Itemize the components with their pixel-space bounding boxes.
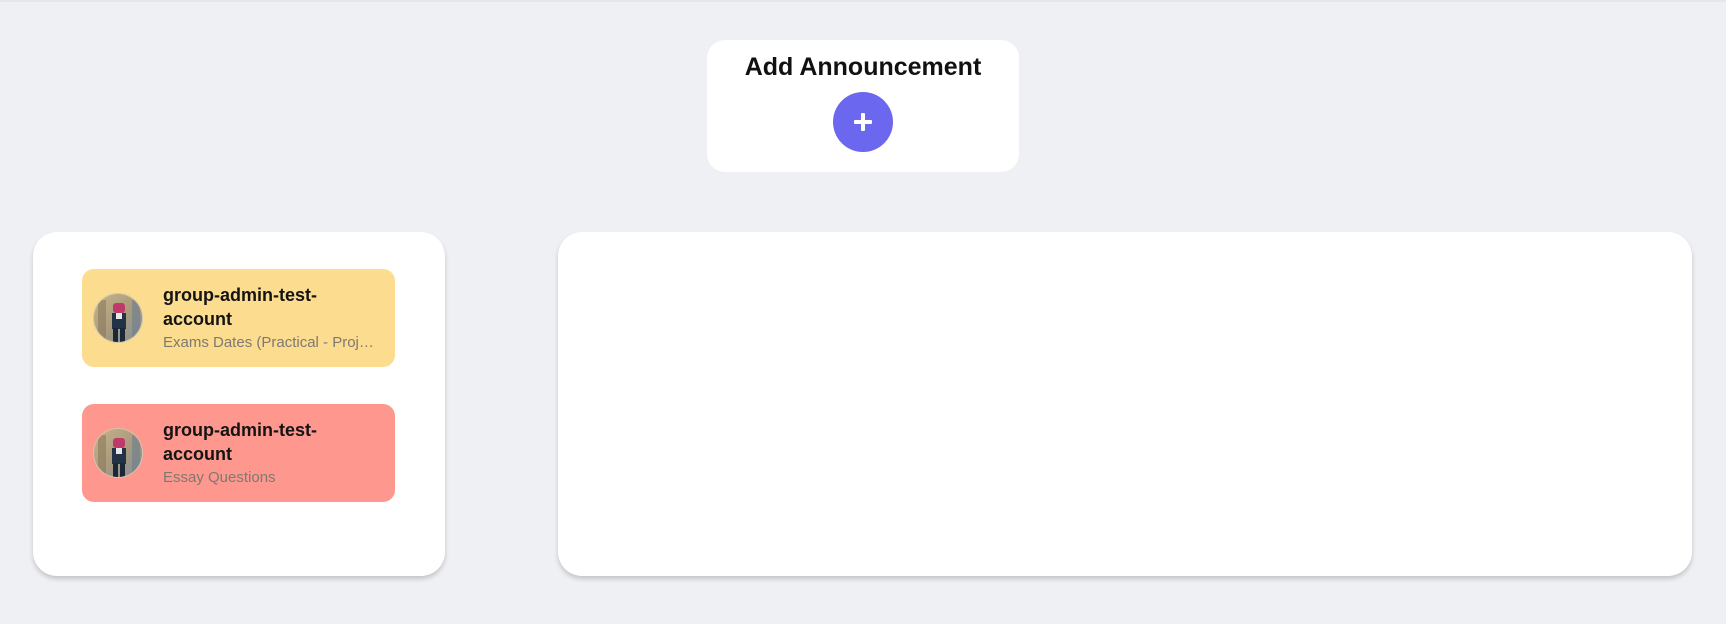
add-announcement-title: Add Announcement [744, 53, 982, 81]
avatar [93, 293, 143, 343]
announcement-author: group-admin-test-account [163, 285, 317, 329]
user-avatar-icon [94, 429, 142, 477]
announcement-item[interactable]: group-admin-test-account Exams Dates (Pr… [82, 269, 395, 367]
announcement-list-panel: group-admin-test-account Exams Dates (Pr… [33, 232, 445, 576]
add-announcement-card: Add Announcement [707, 40, 1019, 172]
top-border [0, 0, 1726, 2]
announcement-item[interactable]: group-admin-test-account Essay Questions [82, 404, 395, 502]
user-avatar-icon [94, 294, 142, 342]
plus-icon [854, 113, 872, 131]
announcement-detail-panel [558, 232, 1692, 576]
avatar [93, 428, 143, 478]
announcement-subtitle: Exams Dates (Practical - Projects) [163, 334, 379, 351]
announcement-author: group-admin-test-account [163, 420, 317, 464]
announcement-subtitle: Essay Questions [163, 469, 276, 486]
add-announcement-button[interactable] [833, 92, 893, 152]
